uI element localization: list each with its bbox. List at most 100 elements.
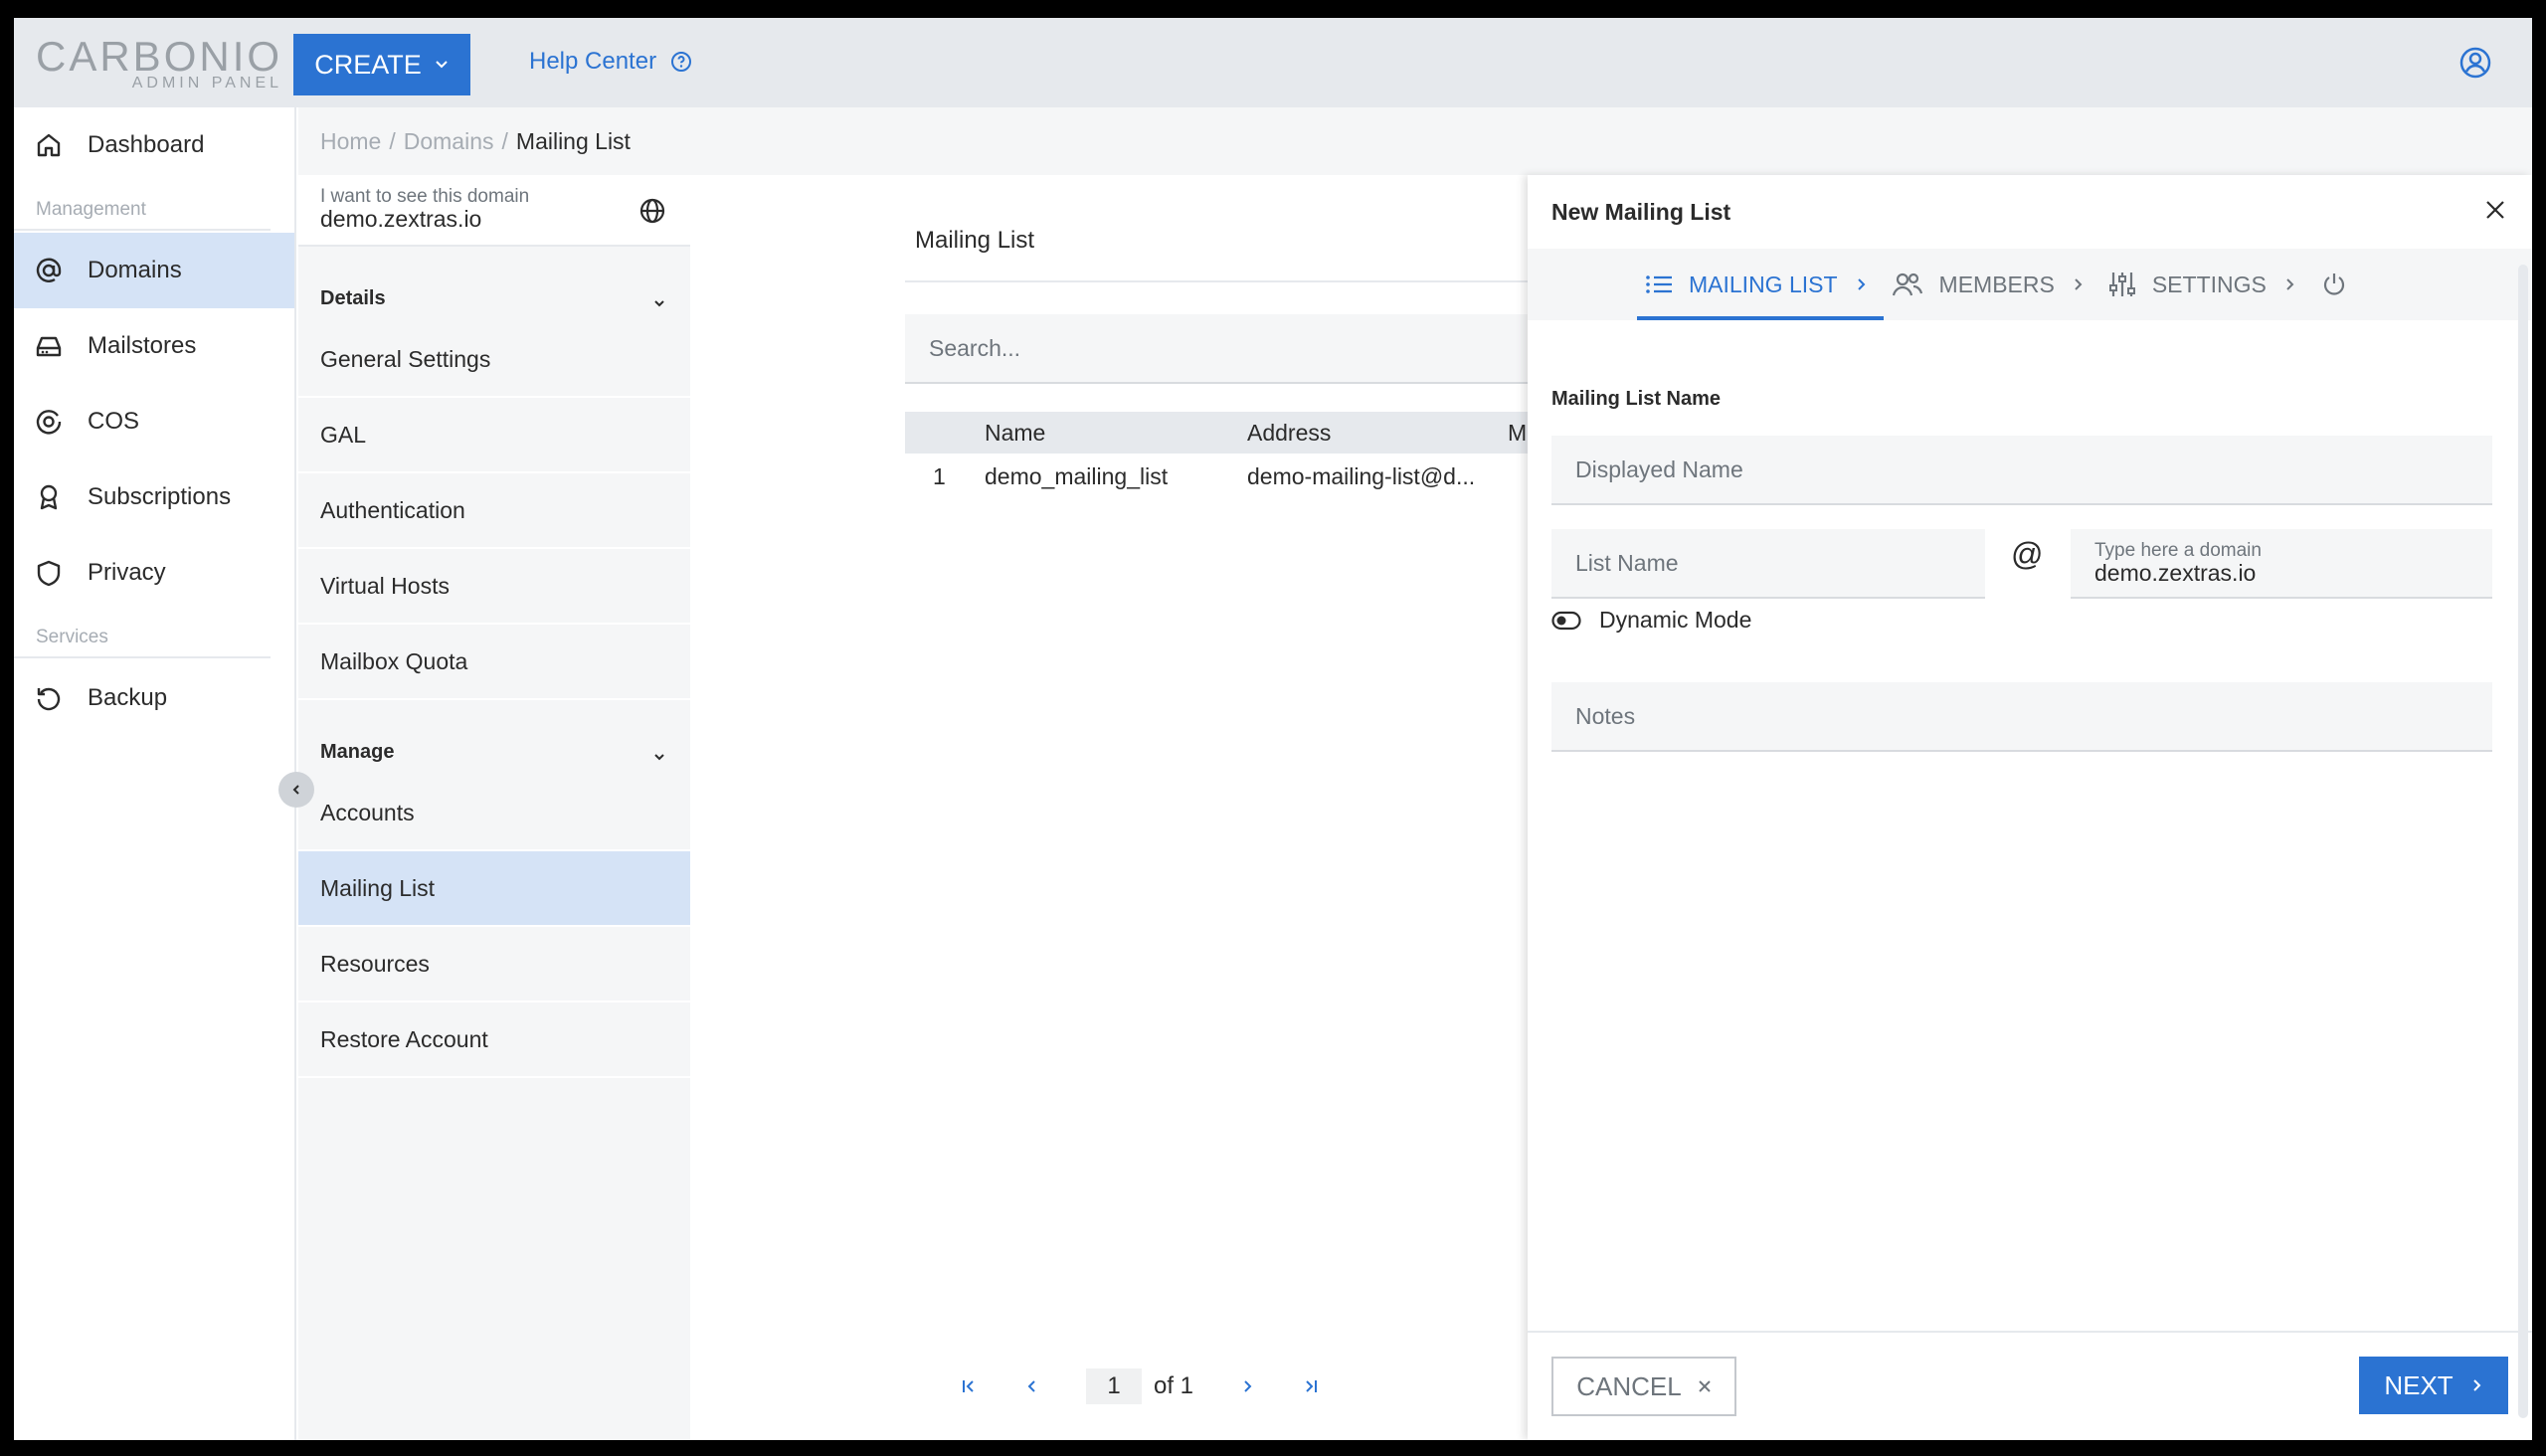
column-header-members[interactable]: M (1508, 420, 1527, 447)
sub-item-gal[interactable]: GAL (298, 398, 690, 473)
step-members[interactable]: MEMBERS (1884, 249, 2100, 320)
wizard-steps: MAILING LIST MEMBERS SETTINGS (1528, 249, 2532, 320)
sub-item-accounts[interactable]: Accounts (298, 776, 690, 851)
previous-page-icon[interactable] (1022, 1376, 1042, 1396)
step-label-members: MEMBERS (1938, 271, 2055, 297)
help-center-link[interactable]: Help Center (529, 48, 692, 76)
nav-label-domains: Domains (88, 257, 182, 283)
cos-target-icon (36, 410, 62, 435)
chevron-right-icon (2286, 278, 2294, 290)
domain-input-value: demo.zextras.io (2094, 560, 2257, 586)
mailing-list-view: Mailing List Search... Name Address M 1 … (690, 175, 1546, 1440)
collapse-sidebar-button[interactable] (278, 772, 314, 808)
chevron-right-icon (1857, 278, 1865, 290)
column-header-address[interactable]: Address (1247, 420, 1331, 447)
nav-label-mailstores: Mailstores (88, 332, 197, 359)
column-header-name[interactable]: Name (985, 420, 1045, 447)
carbonio-logo[interactable]: CARBONIO ADMIN PANEL (36, 36, 282, 91)
divider (905, 280, 1546, 282)
domain-selector-value: demo.zextras.io (320, 206, 482, 232)
logo-main-text: CARBONIO (36, 33, 283, 80)
nav-label-subscriptions: Subscriptions (88, 483, 232, 510)
breadcrumb-domains[interactable]: Domains (404, 128, 494, 155)
hard-drive-icon (36, 336, 62, 357)
step-settings[interactable]: SETTINGS (2100, 249, 2312, 320)
nav-item-subscriptions[interactable]: Subscriptions (14, 459, 294, 535)
manage-section-label: Manage (320, 741, 395, 763)
first-page-icon[interactable] (959, 1376, 979, 1396)
dynamic-mode-toggle[interactable]: Dynamic Mode (1551, 607, 1751, 634)
page-count: of 1 (1154, 1372, 1194, 1399)
globe-icon (639, 198, 665, 224)
list-name-input[interactable]: List Name (1551, 529, 1985, 599)
table-header: Name Address M (905, 412, 1546, 454)
top-bar: CARBONIO ADMIN PANEL CREATE Help Center (14, 18, 2532, 107)
nav-item-dashboard[interactable]: Dashboard (14, 107, 294, 183)
page-number-input[interactable]: 1 (1086, 1368, 1142, 1404)
row-name: demo_mailing_list (985, 463, 1169, 489)
domain-input-hint: Type here a domain (2094, 540, 2262, 561)
next-page-icon[interactable] (1237, 1376, 1257, 1396)
step-mailing-list[interactable]: MAILING LIST (1637, 249, 1884, 320)
table-row[interactable]: 1 demo_mailing_list demo-mailing-list@d.… (905, 455, 1546, 499)
toggle-off-icon (1551, 611, 1581, 630)
sub-item-mailing-list[interactable]: Mailing List (298, 851, 690, 927)
nav-section-management: Management (14, 183, 271, 231)
details-section-header[interactable]: Details (298, 247, 690, 322)
nav-item-domains[interactable]: Domains (14, 233, 294, 308)
sub-item-resources[interactable]: Resources (298, 927, 690, 1002)
sub-item-general-settings[interactable]: General Settings (298, 322, 690, 398)
chevron-down-icon (436, 61, 448, 69)
manage-section-header[interactable]: Manage (298, 700, 690, 776)
panel-header: New Mailing List (1528, 175, 2532, 249)
close-icon (1699, 1380, 1711, 1392)
sub-item-restore-account[interactable]: Restore Account (298, 1002, 690, 1078)
award-icon (40, 484, 58, 510)
row-address: demo-mailing-list@d... (1247, 463, 1476, 489)
nav-label-backup: Backup (88, 684, 168, 711)
app-window: CARBONIO ADMIN PANEL CREATE Help Center … (14, 18, 2532, 1440)
create-button[interactable]: CREATE (293, 34, 470, 95)
page-title: Mailing List (915, 227, 1035, 254)
sub-item-mailbox-quota[interactable]: Mailbox Quota (298, 625, 690, 700)
chevron-down-icon (654, 300, 664, 307)
search-input[interactable]: Search... (905, 314, 1546, 384)
user-account-icon[interactable] (2458, 46, 2492, 85)
sub-item-virtual-hosts[interactable]: Virtual Hosts (298, 549, 690, 625)
nav-label-privacy: Privacy (88, 559, 166, 586)
members-icon (1892, 273, 1922, 296)
breadcrumb-separator: / (389, 127, 396, 154)
help-circle-icon (671, 52, 692, 72)
cancel-button[interactable]: CANCEL (1551, 1357, 1736, 1416)
next-button[interactable]: NEXT (2359, 1357, 2508, 1414)
breadcrumb-home[interactable]: Home (320, 128, 381, 155)
chevron-down-icon (654, 754, 664, 761)
nav-item-privacy[interactable]: Privacy (14, 535, 294, 611)
domain-input[interactable]: Type here a domain demo.zextras.io (2071, 529, 2492, 599)
new-mailing-list-panel: New Mailing List MAILING LIST MEMBERS SE… (1528, 175, 2532, 1440)
domain-selector-hint: I want to see this domain (320, 186, 530, 207)
domain-sidebar: I want to see this domain demo.zextras.i… (298, 175, 690, 1440)
chevron-right-icon (2075, 278, 2083, 290)
panel-scrollbar[interactable] (2518, 265, 2528, 1418)
home-icon (37, 133, 61, 157)
notes-input[interactable]: Notes (1551, 682, 2492, 752)
details-section-label: Details (320, 287, 386, 309)
chevron-right-icon (2472, 1379, 2481, 1391)
nav-item-mailstores[interactable]: Mailstores (14, 308, 294, 384)
shield-icon (37, 560, 61, 587)
close-icon[interactable] (2484, 199, 2506, 221)
step-label-mailing-list: MAILING LIST (1689, 271, 1838, 297)
step-label-settings: SETTINGS (2151, 271, 2267, 297)
nav-item-backup[interactable]: Backup (14, 660, 294, 736)
displayed-name-input[interactable]: Displayed Name (1551, 436, 2492, 505)
sub-item-authentication[interactable]: Authentication (298, 473, 690, 549)
domain-selector[interactable]: I want to see this domain demo.zextras.i… (298, 175, 690, 247)
step-activate[interactable] (2312, 249, 2364, 320)
chevron-left-icon (292, 785, 299, 795)
help-center-label: Help Center (529, 48, 657, 75)
at-sign-icon (36, 258, 62, 282)
backup-restore-icon (37, 687, 61, 711)
last-page-icon[interactable] (1301, 1376, 1321, 1396)
nav-item-cos[interactable]: COS (14, 384, 294, 459)
